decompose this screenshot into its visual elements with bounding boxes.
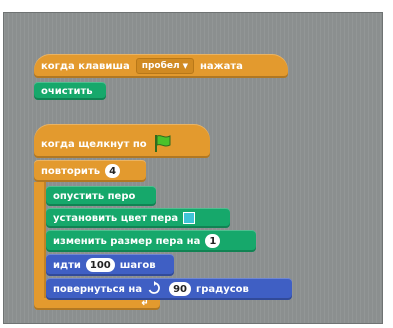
pen-down-block[interactable]: опустить перо	[46, 186, 156, 206]
when-flag-label: когда щелкнут по	[41, 138, 147, 150]
green-flag-icon	[153, 133, 173, 156]
key-value: пробел	[141, 61, 180, 71]
when-key-pressed-block[interactable]: когда клавиша пробел ▼ нажата	[34, 54, 288, 78]
turn-right-block[interactable]: повернуться на 90 градусов	[46, 278, 292, 300]
move-label: идти	[53, 259, 81, 271]
pen-color-swatch[interactable]	[183, 212, 196, 224]
change-pen-size-block[interactable]: изменить размер пера на 1	[46, 230, 256, 252]
degrees-label: градусов	[196, 283, 249, 295]
when-flag-clicked-block[interactable]: когда щелкнут по	[34, 124, 210, 158]
repeat-block[interactable]: повторить 4	[34, 160, 146, 182]
move-steps-input[interactable]: 100	[85, 258, 115, 272]
pen-down-label: опустить перо	[53, 190, 136, 202]
turn-degrees-input[interactable]: 90	[169, 282, 192, 296]
steps-label: шагов	[119, 259, 156, 271]
when-key-label: когда клавиша	[41, 60, 130, 72]
repeat-block-arm	[34, 182, 46, 298]
pressed-label: нажата	[199, 60, 243, 72]
clear-block[interactable]: очистить	[34, 82, 106, 100]
caret-down-icon: ▼	[182, 62, 188, 70]
key-dropdown[interactable]: пробел ▼	[135, 58, 194, 74]
pen-size-input[interactable]: 1	[205, 234, 221, 248]
set-pen-color-block[interactable]: установить цвет пера	[46, 208, 230, 228]
move-steps-block[interactable]: идти 100 шагов	[46, 254, 174, 276]
clear-label: очистить	[41, 85, 93, 97]
repeat-count-input[interactable]: 4	[105, 164, 121, 178]
set-pen-color-label: установить цвет пера	[53, 212, 179, 224]
repeat-label: повторить	[41, 165, 101, 177]
rotate-clockwise-icon	[147, 280, 161, 298]
turn-label: повернуться на	[53, 283, 143, 295]
change-pen-size-label: изменить размер пера на	[53, 235, 201, 247]
